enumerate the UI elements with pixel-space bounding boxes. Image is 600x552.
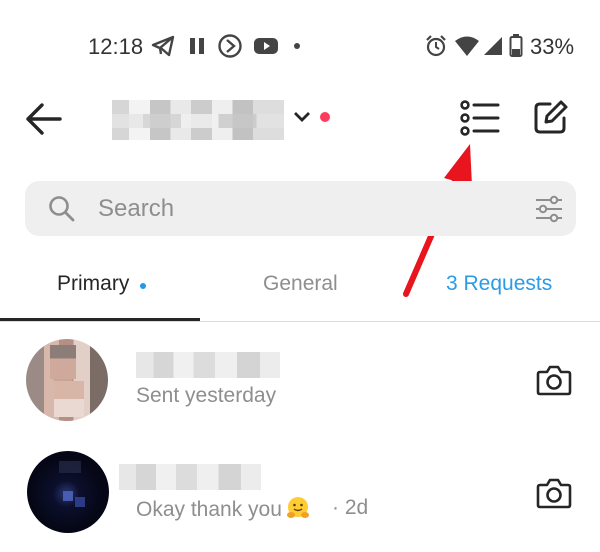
list-icon [460, 100, 500, 136]
filter-button[interactable] [534, 194, 564, 224]
tab-primary[interactable]: Primary [57, 272, 129, 296]
list-view-button[interactable] [460, 100, 500, 136]
pause-icon [186, 34, 208, 58]
avatar[interactable] [27, 451, 109, 533]
thread-time: · 2d [332, 496, 369, 519]
tab-divider [0, 321, 600, 322]
active-tab-indicator [0, 318, 200, 321]
battery-percentage: 33% [530, 34, 575, 59]
account-switcher-chevron[interactable] [292, 109, 312, 125]
dot-icon [292, 34, 302, 58]
signal-icon [482, 34, 504, 58]
status-time: 12:18 [88, 34, 144, 59]
new-message-icon [534, 100, 568, 134]
camera-button[interactable] [536, 477, 572, 509]
telegram-icon [150, 34, 176, 58]
camera-icon [536, 478, 572, 509]
new-message-button[interactable] [530, 98, 570, 138]
thread-name-blurred [136, 352, 280, 378]
thread-preview-text: Okay thank you [136, 498, 282, 521]
camera-icon [536, 365, 572, 396]
sliders-icon [536, 195, 562, 223]
search-icon [47, 194, 75, 222]
tab-general[interactable]: General [263, 272, 338, 296]
thread-name-blurred [119, 464, 261, 490]
back-button[interactable] [22, 100, 64, 138]
hugging-face-emoji [286, 497, 309, 518]
chevron-down-icon [294, 112, 310, 122]
camera-button[interactable] [536, 364, 572, 396]
youtube-icon [252, 34, 280, 58]
tab-primary-unread-dot [140, 283, 146, 289]
battery-icon [508, 34, 524, 58]
tab-requests[interactable]: 3 Requests [446, 272, 552, 296]
wifi-icon [454, 34, 480, 58]
notification-dot [320, 112, 330, 122]
search-input[interactable] [98, 194, 498, 224]
play-circle-icon [216, 34, 244, 58]
back-arrow-icon [26, 103, 62, 135]
thread-preview: Sent yesterday [136, 384, 277, 407]
avatar[interactable] [26, 339, 108, 421]
account-name-blurred[interactable] [112, 100, 284, 140]
thread-preview: Okay thank you [136, 496, 310, 522]
status-bar: 12:18 33% [0, 0, 600, 88]
alarm-icon [424, 34, 448, 58]
